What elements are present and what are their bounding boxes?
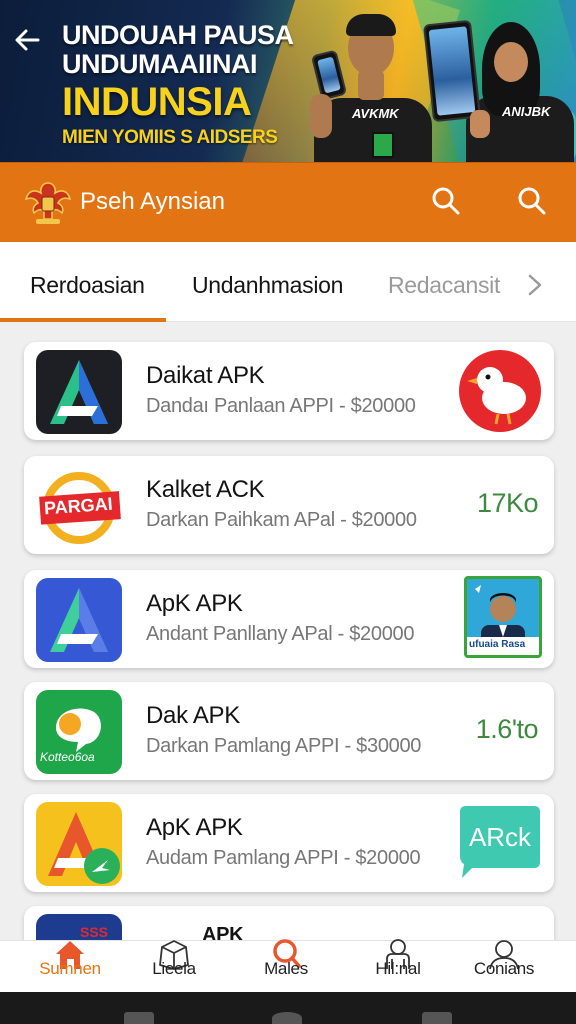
- app-name: Kalket ACK: [146, 476, 265, 503]
- app-logo-text: Kotteo6oa: [40, 750, 95, 764]
- list-item[interactable]: PARGAI Kalket ACK Darkan Paihkam APal - …: [24, 456, 554, 554]
- search-button[interactable]: [428, 183, 464, 219]
- bottom-navigation: Sumnen Lieela Males Hil:nal Conians: [0, 939, 576, 993]
- system-navigation-bar: [0, 992, 576, 1024]
- list-item[interactable]: Daikat APK Dandaı Panlaan APPI - $20000: [24, 342, 554, 440]
- search-button-secondary[interactable]: [514, 183, 550, 219]
- app-logo-a-icon: [36, 578, 122, 662]
- app-description: Darkan Pamlang APPI - $30000: [146, 735, 422, 757]
- app-header: Pseh Aynsian: [0, 162, 576, 242]
- search-icon: [432, 187, 460, 215]
- banner-person-woman: ANIJBK: [420, 18, 576, 162]
- app-size: 1.6'to: [475, 714, 539, 744]
- page-title: Pseh Aynsian: [80, 188, 225, 215]
- app-name: ApK APK: [146, 814, 243, 841]
- nav-label: Hil:nal: [375, 959, 421, 978]
- shirt-badge: [372, 132, 394, 158]
- nav-label: Conians: [473, 959, 535, 978]
- banner-line-3: INDUNSIA: [62, 80, 252, 124]
- system-home-button[interactable]: [272, 1012, 302, 1024]
- chevron-right-icon: [528, 274, 542, 296]
- banner-headline: UNDOUAH PAUSA UNDUMAAIINAI INDUNSIA MIEN…: [62, 20, 294, 148]
- tab-undanhmasion[interactable]: Undanhmasion: [192, 272, 343, 299]
- tab-rerdoasian[interactable]: Rerdoasian: [30, 272, 145, 299]
- app-name: Daikat APK: [146, 362, 265, 389]
- nav-conians[interactable]: Conians: [456, 940, 552, 993]
- nav-hilnal[interactable]: Hil:nal: [350, 939, 446, 993]
- app-logo-a-icon: [36, 350, 122, 434]
- arrow-left-icon: [15, 29, 40, 51]
- list-item[interactable]: ApK APK Audam Pamlang APPI - $20000 ARck: [24, 794, 554, 892]
- app-description: Dandaı Panlaan APPI - $20000: [146, 395, 416, 417]
- phone-image: [310, 49, 348, 101]
- chat-bubble-badge: ARck: [458, 802, 542, 882]
- nav-label: Sumnen: [39, 959, 101, 978]
- thumbnail-caption: ufuaia Rasa: [469, 639, 526, 650]
- banner-line-4: MIEN YOMIIS S AIDSERS: [62, 127, 278, 148]
- nav-lieela[interactable]: Lieela: [126, 940, 222, 993]
- badge-text: ARck: [468, 822, 532, 852]
- app-description: Andant Panllany APal - $20000: [146, 623, 415, 645]
- promo-banner[interactable]: UNDOUAH PAUSA UNDUMAAIINAI INDUNSIA MIEN…: [0, 0, 576, 162]
- garuda-emblem-icon: [22, 177, 74, 227]
- shirt-print-text: ANIJBK: [502, 104, 551, 119]
- phone-image: [423, 19, 481, 123]
- nav-label: Lieela: [152, 959, 196, 978]
- app-description: Darkan Paihkam APal - $20000: [146, 509, 417, 531]
- nav-males[interactable]: Males: [238, 939, 334, 993]
- app-name: Dak APK: [146, 702, 240, 729]
- tab-redacansit[interactable]: Redacansit: [388, 272, 500, 299]
- official-portrait-thumbnail: ufuaia Rasa: [464, 576, 542, 658]
- nav-sumnen[interactable]: Sumnen: [22, 941, 118, 993]
- shirt-print-text: AVKMK: [352, 106, 399, 121]
- app-description: Audam Pamlang APPI - $20000: [146, 847, 421, 869]
- search-icon: [518, 187, 546, 215]
- nav-label: Males: [264, 959, 308, 978]
- system-recent-button[interactable]: [124, 1012, 154, 1024]
- tab-bar: Rerdoasian Undanhmasion Redacansit: [0, 242, 576, 322]
- tabs-scroll-right-button[interactable]: [524, 272, 546, 298]
- back-button[interactable]: [10, 22, 46, 58]
- active-tab-indicator: [0, 318, 166, 322]
- banner-line-2: UNDUMAAIINAI: [62, 49, 257, 79]
- list-item[interactable]: Kotteo6oa Dak APK Darkan Pamlang APPI - …: [24, 682, 554, 780]
- banner-person-man: AVKMK: [300, 12, 440, 162]
- app-logo-pargai-icon: PARGAI: [36, 464, 122, 548]
- app-name: ApK APK: [146, 590, 243, 617]
- list-item[interactable]: ApK APK Andant Panllany APal - $20000 uf…: [24, 570, 554, 668]
- app-size: 17Ko: [476, 488, 539, 518]
- bird-logo-icon: [458, 348, 542, 439]
- app-logo-chat-icon: Kotteo6oa: [36, 690, 122, 774]
- app-logo-a-icon: [36, 802, 122, 886]
- system-back-button[interactable]: [422, 1012, 452, 1024]
- banner-line-1: UNDOUAH PAUSA: [62, 20, 294, 50]
